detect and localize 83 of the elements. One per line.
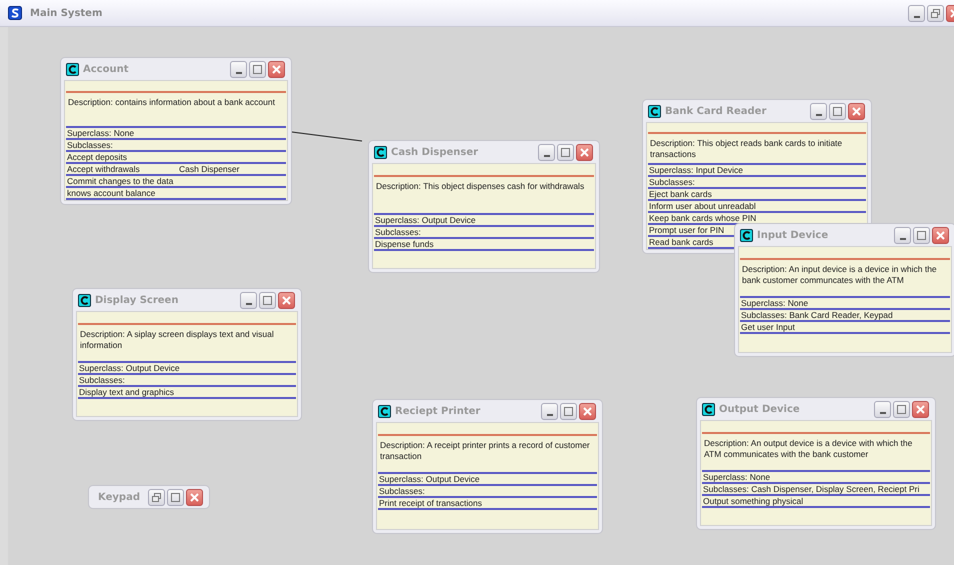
superclass-text: Superclass: Output Device <box>378 474 597 486</box>
responsibility-text: Eject bank cards <box>648 189 866 201</box>
responsibility-text: Commit changes to the data <box>66 176 286 188</box>
responsibility-text: Accept withdrawals <box>67 164 141 174</box>
close-button[interactable] <box>932 226 949 244</box>
subclasses-text: Subclasses: <box>66 140 286 152</box>
window-title: Main System <box>30 8 102 18</box>
maximize-button[interactable] <box>913 226 930 244</box>
subclasses-text: Subclasses: Cash Dispenser, Display Screen, Reciept Pri <box>702 484 930 496</box>
responsibility-text: Get user Input <box>740 322 950 334</box>
minimize-button[interactable] <box>908 4 925 22</box>
subclasses-text: Subclasses: <box>374 227 594 239</box>
class-icon <box>648 104 661 118</box>
minimize-button[interactable] <box>810 102 827 120</box>
subclasses-text: Subclasses: Bank Card Reader, Keypad <box>740 310 950 322</box>
maximize-button[interactable] <box>893 400 910 418</box>
subclasses-text: Subclasses: <box>648 177 866 189</box>
superclass-text: Superclass: None <box>702 472 930 484</box>
close-button[interactable] <box>186 488 203 506</box>
responsibility-text: Display text and graphics <box>78 387 296 399</box>
minimize-button[interactable] <box>240 292 257 308</box>
class-icon <box>66 62 79 76</box>
class-icon <box>374 146 387 158</box>
card-title: Keypad <box>98 492 140 502</box>
minimize-icon <box>236 72 242 74</box>
close-button[interactable] <box>579 402 596 420</box>
minimize-icon <box>816 114 822 116</box>
responsibility-text: Accept deposits <box>66 152 286 164</box>
app-icon <box>8 6 22 20</box>
description-text: Description: A siplay screen displays text and visual information <box>78 325 296 363</box>
description-text: Description: A receipt printer prints a record of customer transaction <box>378 436 597 474</box>
description-text: Description: An output device is a device with which the ATM communicates with the bank customer <box>702 434 930 472</box>
responsibility-text: Print receipt of transactions <box>378 498 597 510</box>
maximize-button[interactable] <box>560 402 577 420</box>
card-title: Output Device <box>719 404 800 414</box>
subclasses-text: Subclasses: <box>378 486 597 498</box>
description-text: Description: This object dispenses cash for withdrawals <box>374 177 594 215</box>
maximize-button[interactable] <box>829 102 846 120</box>
responsibility-text: Inform user about unreadabl <box>648 201 866 213</box>
minimize-icon <box>246 302 252 304</box>
close-button[interactable] <box>268 60 285 78</box>
maximize-button[interactable] <box>557 144 574 160</box>
description-text: Description: contains information about a bank account <box>66 92 286 128</box>
superclass-text: Superclass: None <box>66 128 286 140</box>
superclass-text: Superclass: Output Device <box>374 215 594 227</box>
close-button[interactable] <box>576 144 593 160</box>
close-button[interactable] <box>848 102 865 120</box>
minimize-button[interactable] <box>538 144 555 160</box>
card-title: Reciept Printer <box>395 406 480 416</box>
class-icon <box>702 402 715 416</box>
subclasses-text: Subclasses: <box>78 375 296 387</box>
description-text: Description: This object reads bank cards to initiate transactions <box>648 134 866 165</box>
close-button[interactable] <box>912 400 929 418</box>
card-title: Display Screen <box>95 294 178 306</box>
maximize-button[interactable] <box>167 488 184 506</box>
responsibility-text: Dispense funds <box>374 239 594 251</box>
description-text: Description: An input device is a device in which the bank customer communcates with the ATM <box>740 260 950 298</box>
minimize-button[interactable] <box>874 400 891 418</box>
card-title: Cash Dispenser <box>391 146 478 158</box>
superclass-text: Superclass: None <box>740 298 950 310</box>
minimize-button[interactable] <box>230 60 247 78</box>
minimize-icon <box>914 16 920 18</box>
responsibility-text: Output something physical <box>702 496 930 508</box>
responsibility-text: knows account balance <box>66 188 286 200</box>
minimize-icon <box>544 154 550 156</box>
restore-button[interactable] <box>148 488 165 506</box>
minimize-icon <box>546 414 552 416</box>
minimize-button[interactable] <box>541 402 558 420</box>
class-icon <box>78 294 91 306</box>
maximize-button[interactable] <box>259 292 276 308</box>
card-title: Bank Card Reader <box>665 106 766 116</box>
minimize-icon <box>880 412 886 414</box>
class-icon <box>740 228 753 242</box>
superclass-text: Superclass: Input Device <box>648 165 866 177</box>
card-title: Account <box>83 64 128 74</box>
restore-button[interactable] <box>927 4 944 22</box>
superclass-text: Superclass: Output Device <box>78 363 296 375</box>
minimize-button[interactable] <box>894 226 911 244</box>
maximize-button[interactable] <box>249 60 266 78</box>
close-button[interactable] <box>278 292 295 308</box>
collaborator-text: Cash Dispenser <box>179 164 240 174</box>
minimize-icon <box>900 238 906 240</box>
class-icon <box>378 404 391 418</box>
